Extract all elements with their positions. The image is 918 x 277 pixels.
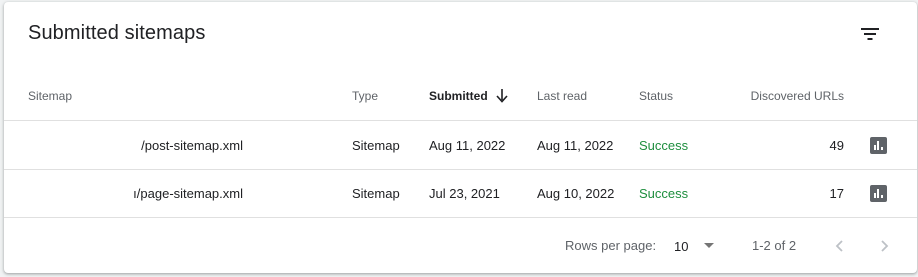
last-read-date: Aug 10, 2022	[537, 185, 615, 201]
header-sitemap[interactable]: Sitemap	[28, 72, 72, 120]
chevron-right-icon	[881, 240, 889, 252]
arrow-down-icon	[496, 89, 508, 103]
table-row[interactable]: ı/page-sitemap.xml Sitemap Jul 23, 2021 …	[4, 169, 917, 218]
discovered-urls-count: 17	[829, 185, 844, 201]
filter-list-icon	[861, 28, 879, 40]
header-submitted[interactable]: Submitted	[429, 72, 508, 120]
chevron-left-icon	[835, 240, 843, 252]
table-header: Sitemap Type Submitted Last read Status …	[4, 72, 917, 121]
open-report-button[interactable]	[868, 121, 888, 169]
pagination-footer: Rows per page: 10 1-2 of 2	[4, 218, 917, 273]
submitted-date: Jul 23, 2021	[429, 185, 500, 201]
sitemap-type: Sitemap	[352, 137, 400, 153]
sitemap-url: ı/page-sitemap.xml	[133, 185, 243, 201]
sitemap-url: /post-sitemap.xml	[141, 137, 243, 153]
previous-page-button[interactable]	[826, 232, 854, 260]
last-read-date: Aug 11, 2022	[537, 137, 614, 153]
bar-chart-icon	[869, 136, 887, 154]
rows-per-page-label: Rows per page:	[565, 238, 657, 253]
bar-chart-icon	[869, 184, 887, 202]
table-row[interactable]: /post-sitemap.xml Sitemap Aug 11, 2022 A…	[4, 121, 917, 170]
submitted-sitemaps-card: Submitted sitemaps Sitemap Type Submitte…	[4, 2, 917, 273]
card-title: Submitted sitemaps	[28, 22, 206, 44]
next-page-button[interactable]	[870, 232, 898, 260]
pagination-range: 1-2 of 2	[752, 238, 797, 253]
discovered-urls-count: 49	[829, 137, 844, 153]
status-badge: Success	[639, 137, 689, 153]
filter-button[interactable]	[852, 16, 888, 52]
open-report-button[interactable]	[868, 169, 888, 217]
status-badge: Success	[639, 185, 689, 201]
rows-per-page-select[interactable]: 10	[674, 232, 724, 260]
sitemap-type: Sitemap	[352, 185, 400, 201]
header-status[interactable]: Status	[639, 72, 673, 120]
header-type[interactable]: Type	[352, 72, 378, 120]
rows-per-page-value: 10	[674, 238, 689, 254]
header-discovered-urls[interactable]: Discovered URLs	[744, 72, 844, 120]
dropdown-arrow-icon	[704, 243, 714, 248]
submitted-date: Aug 11, 2022	[429, 137, 506, 153]
header-last-read[interactable]: Last read	[537, 72, 587, 120]
